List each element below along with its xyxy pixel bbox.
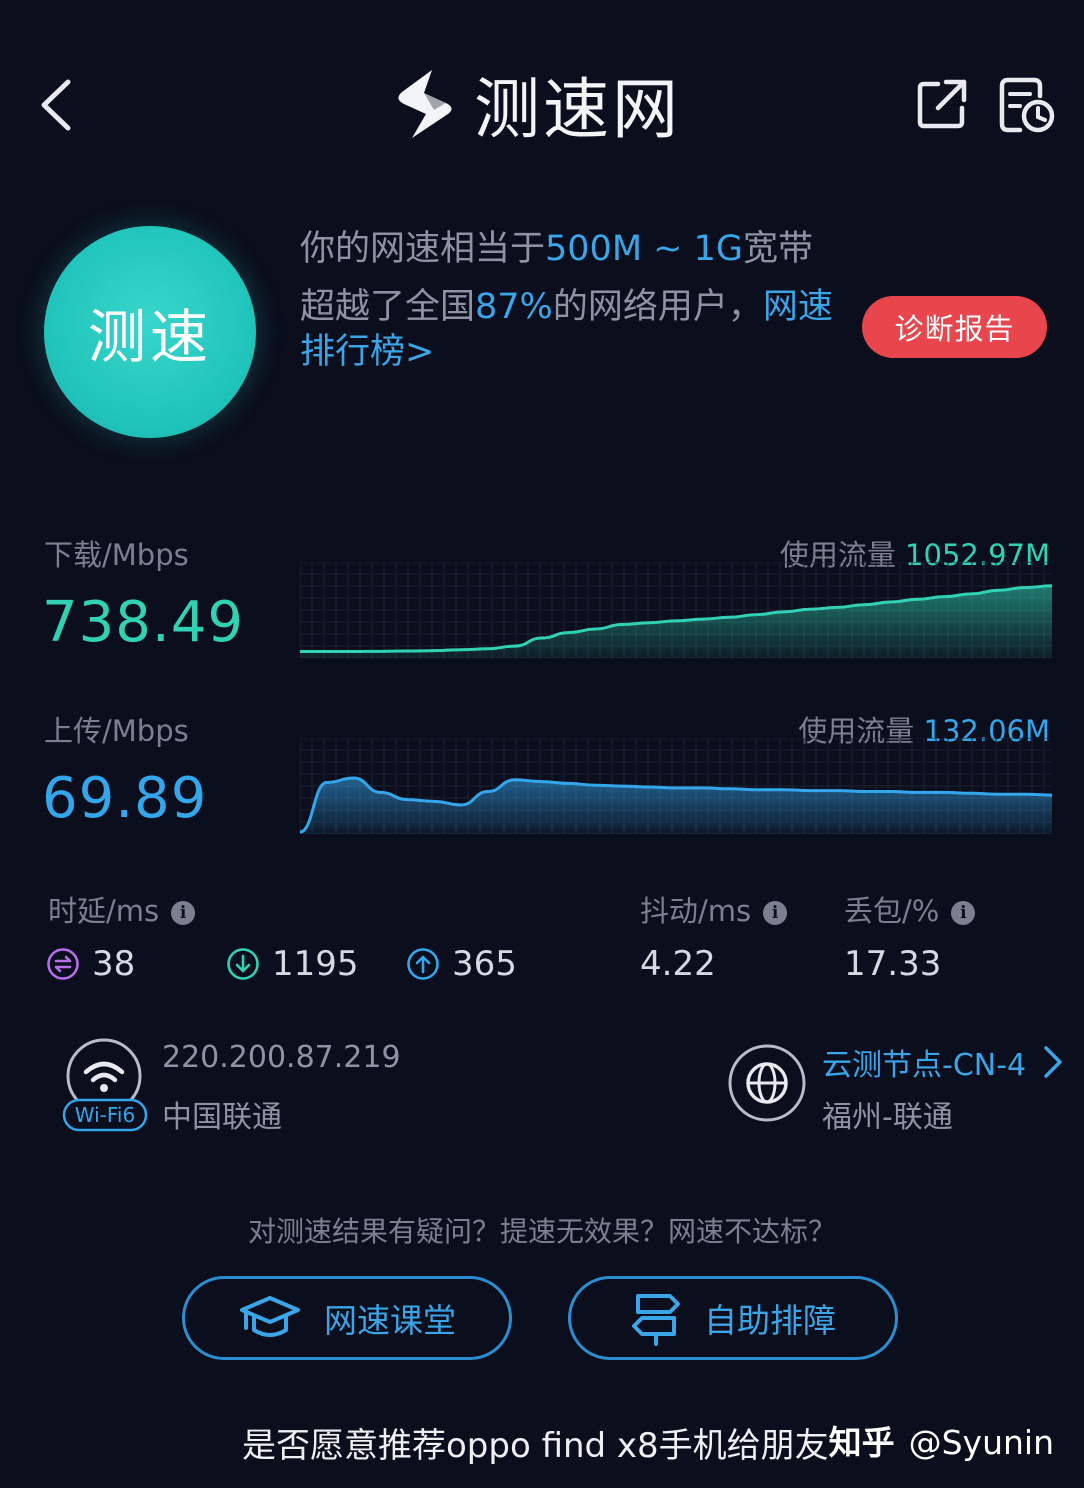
graduation-cap-icon [240,1296,300,1337]
isp-name: 中国联通 [162,1100,282,1135]
app-logo: 测速网 [392,64,681,148]
download-speed-chart [300,562,1052,658]
arrow-down-circle-icon [227,948,259,980]
wifi6-icon: Wi-Fi6 [62,1038,150,1134]
packet-loss-label: 丢包/% i [844,888,976,930]
packet-loss-value: 17.33 [844,944,942,984]
jitter-label: 抖动/ms i [640,888,788,930]
packet-loss-info-icon[interactable]: i [951,901,976,925]
server-node-selector[interactable]: 云测节点-CN-4 [822,1040,1066,1084]
share-button[interactable] [914,76,970,132]
jitter-info-icon[interactable]: i [763,901,788,925]
logo-icon [398,70,452,138]
post-caption: 是否愿意推荐oppo find x8手机给朋友 [242,1426,829,1466]
latency-upload: 365 [406,944,517,984]
upload-speed-value: 69.89 [42,766,208,831]
help-question: 对测速结果有疑问？提速无效果？网速不达标？ [247,1215,836,1248]
chevron-right-icon [1044,1046,1062,1078]
upload-speed-chart [300,738,1052,834]
start-test-button[interactable]: 测速 [44,226,256,438]
signpost-icon [632,1294,680,1346]
percentile-value: 87% [475,287,553,327]
self-troubleshoot-button[interactable]: 自助排障 [568,1276,898,1360]
speed-course-button[interactable]: 网速课堂 [182,1276,512,1360]
upload-label: 上传/Mbps [44,714,189,748]
download-speed-value: 738.49 [42,590,244,655]
arrow-up-circle-icon [407,948,439,980]
app-title: 测速网 [474,71,681,148]
history-button[interactable] [996,74,1056,134]
diagnose-report-button[interactable]: 诊断报告 [862,296,1047,358]
ranking-summary: 超越了全国87%的网络用户，网速排行榜> [300,287,833,372]
bandwidth-range: 500M ~ 1G [545,229,743,269]
zhihu-watermark: 知乎 @Syunin [828,1423,1054,1462]
latency-idle: 38 [46,944,135,984]
latency-label: 时延/ms i [48,888,196,930]
chevron-left-icon [41,79,71,131]
server-location: 福州-联通 [822,1100,953,1135]
back-button[interactable] [30,70,90,140]
globe-icon [726,1042,808,1124]
swap-arrows-icon [47,948,79,980]
history-icon [999,77,1055,133]
latency-download: 1195 [226,944,359,984]
ip-address: 220.200.87.219 [162,1040,401,1075]
bandwidth-summary: 你的网速相当于500M ~ 1G宽带 [300,229,813,269]
jitter-value: 4.22 [640,944,716,984]
download-label: 下载/Mbps [44,538,189,572]
share-icon [917,79,967,129]
latency-info-icon[interactable]: i [171,901,196,925]
wifi-badge-text: Wi-Fi6 [75,1103,135,1127]
